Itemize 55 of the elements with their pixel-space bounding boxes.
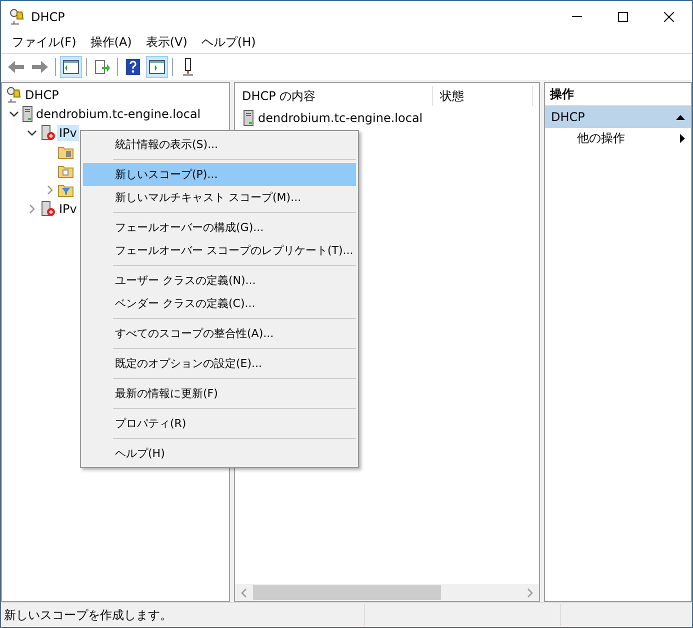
action-pane-button[interactable] xyxy=(146,56,168,78)
folder-icon xyxy=(58,182,74,196)
tree-item[interactable]: dendrobium.tc-engine.local xyxy=(34,106,203,122)
help-icon xyxy=(126,59,140,75)
maximize-icon xyxy=(618,12,628,22)
expanded-chevron-icon[interactable] xyxy=(27,128,37,138)
tree-item[interactable]: IPv xyxy=(57,124,79,140)
tree-item[interactable]: DHCP xyxy=(23,86,61,102)
minimize-icon xyxy=(572,16,582,17)
folder-icon xyxy=(58,144,74,158)
status-text: 新しいスコープを作成します。 xyxy=(1,604,365,626)
back-arrow-icon xyxy=(7,60,25,74)
scroll-left-icon[interactable] xyxy=(239,588,249,598)
server-icon xyxy=(243,110,254,126)
context-menu-item[interactable]: 最新の情報に更新(F) xyxy=(83,382,356,405)
window-title: DHCP xyxy=(31,10,66,24)
context-menu-item[interactable]: フェールオーバー スコープのレプリケート(T)... xyxy=(83,239,356,262)
column-header[interactable]: DHCP の内容 xyxy=(235,86,433,106)
tree-item[interactable]: IPv xyxy=(57,200,79,216)
menu-item[interactable]: ファイル(F) xyxy=(5,34,84,51)
folder-icon xyxy=(58,164,74,178)
collapsed-chevron-icon[interactable] xyxy=(27,204,37,214)
context-menu-item[interactable]: ユーザー クラスの定義(N)... xyxy=(83,269,356,292)
tree-pane-button[interactable] xyxy=(60,56,82,78)
submenu-triangle-icon xyxy=(680,134,685,142)
context-menu-item[interactable]: ベンダー クラスの定義(C)... xyxy=(83,292,356,315)
menu-item[interactable]: ヘルプ(H) xyxy=(194,34,263,51)
collapsed-chevron-icon[interactable] xyxy=(45,184,55,194)
expanded-chevron-icon[interactable] xyxy=(9,108,19,118)
menu-item[interactable]: 操作(A) xyxy=(83,34,139,51)
context-menu-item[interactable]: 新しいマルチキャスト スコープ(M)... xyxy=(83,186,356,209)
pane-icon xyxy=(63,60,79,74)
context-menu-item[interactable]: すべてのスコープの整合性(A)... xyxy=(83,322,356,345)
server-icon xyxy=(40,200,56,216)
context-menu-item[interactable]: フェールオーバーの構成(G)... xyxy=(83,216,356,239)
context-menu-item[interactable]: 既定のオプションの設定(E)... xyxy=(83,352,356,375)
menu-item[interactable]: 表示(V) xyxy=(138,34,194,51)
pane-icon xyxy=(149,60,165,74)
column-header[interactable]: 状態 xyxy=(433,86,533,106)
context-menu-item[interactable]: 統計情報の表示(S)... xyxy=(83,133,356,156)
context-menu-item[interactable]: 新しいスコープ(P)... xyxy=(83,163,356,186)
server-icon xyxy=(22,106,33,122)
scroll-right-icon[interactable] xyxy=(525,588,535,598)
connect-icon xyxy=(182,58,194,76)
horizontal-scrollbar[interactable] xyxy=(235,584,539,601)
action-item[interactable]: 他の操作 xyxy=(545,128,691,148)
export-icon xyxy=(94,59,110,75)
table-cell: dendrobium.tc-engine.local xyxy=(258,111,423,125)
context-menu-item[interactable]: プロパティ(R) xyxy=(83,412,356,435)
collapse-triangle-icon xyxy=(676,114,685,120)
close-icon xyxy=(664,12,674,22)
context-menu-item[interactable]: ヘルプ(H) xyxy=(83,442,356,465)
actions-section[interactable]: DHCP xyxy=(545,106,691,128)
forward-arrow-icon xyxy=(31,60,49,74)
server-icon xyxy=(40,124,56,140)
